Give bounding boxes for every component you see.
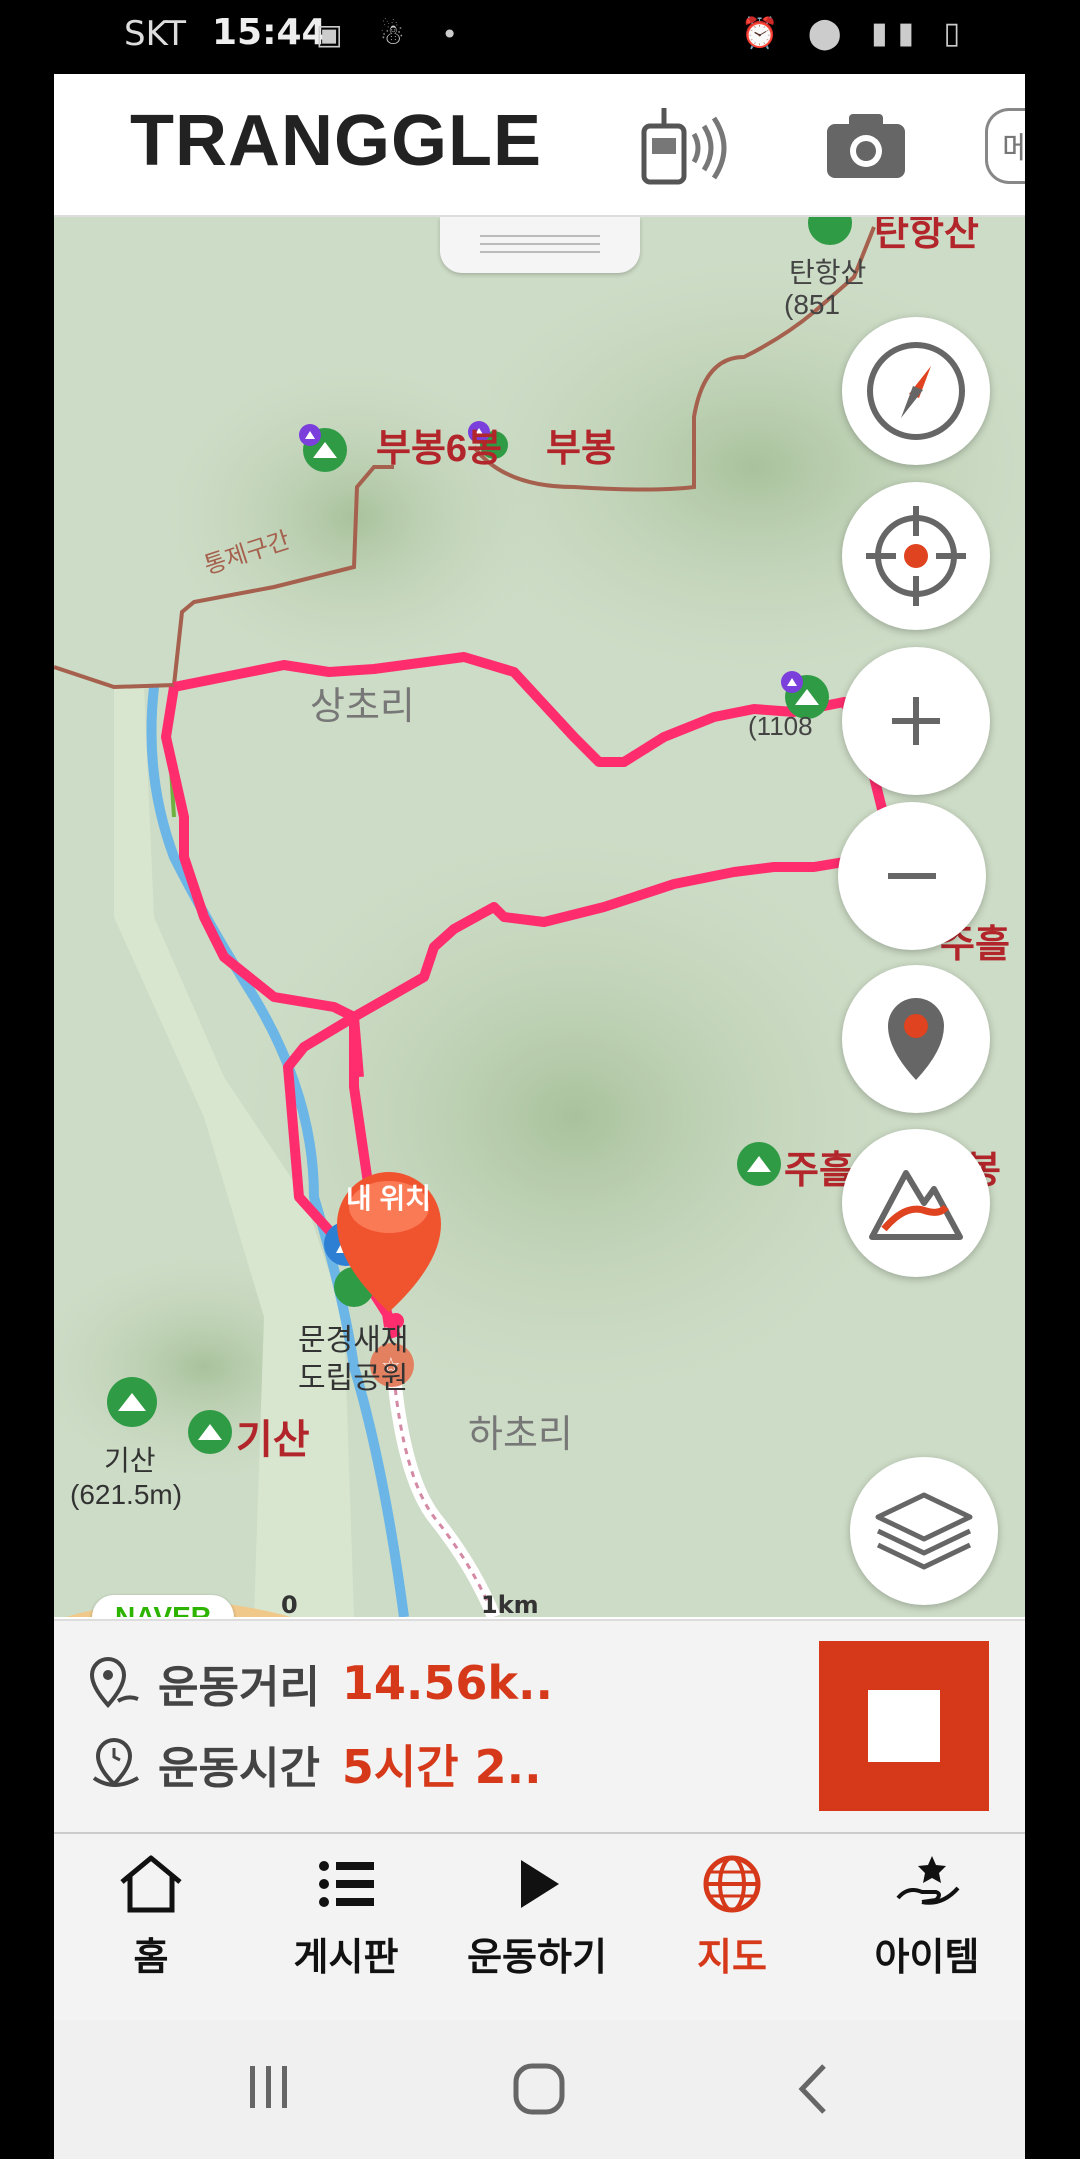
label-tanhangsan: 탄항산 [874, 217, 979, 254]
label-tanhang-elev: (851 [784, 289, 841, 320]
stop-button[interactable] [819, 1641, 989, 1811]
gps-target-button[interactable] [842, 482, 990, 630]
walkie-talkie-icon [641, 108, 727, 185]
app-frame: TRANGGLE 메 ☆ 탄항산 탄항산 (851 부봉6봉 부봉 통제구간 상… [54, 74, 1025, 2020]
location-pin-icon [888, 998, 944, 1080]
location-pin-button[interactable] [842, 965, 990, 1113]
nav-items[interactable]: 아이템 [842, 1852, 1012, 2012]
label-tanhang-small: 탄항산 [789, 257, 867, 288]
time-label: 운동시간 [158, 1743, 320, 1794]
system-status-icons: ⏰ ⬤ ▮▮ ▯ [740, 16, 970, 51]
peak-marker-juheul-yeong [737, 1142, 781, 1186]
elevation-profile-button[interactable] [842, 1129, 990, 1277]
nav-home[interactable]: 홈 [66, 1852, 236, 2012]
item-hand-icon [896, 1856, 960, 1905]
back-icon[interactable] [794, 2062, 834, 2116]
system-navigation-area [54, 2020, 1025, 2159]
label-gisan-elev: (621.5m) [70, 1479, 183, 1510]
zoom-in-icon [892, 697, 940, 745]
menu-button[interactable]: 메 [985, 108, 1025, 184]
label-gisan: 기산 [236, 1418, 310, 1462]
app-header: TRANGGLE 메 [54, 74, 1025, 217]
stop-icon [868, 1690, 940, 1762]
label-sangchori: 상초리 [310, 686, 415, 728]
nav-board[interactable]: 게시판 [261, 1852, 431, 2012]
globe-icon [703, 1855, 761, 1913]
nav-map-label: 지도 [697, 1935, 767, 1979]
home-icon [120, 1855, 182, 1913]
nav-board-label: 게시판 [293, 1935, 399, 1979]
scale-km: 1km [481, 1591, 539, 1617]
naver-badge: NAVER [92, 1595, 234, 1617]
compass-icon [867, 342, 965, 440]
status-bar: SKT 15:44 ▣ ☃ • ⏰ ⬤ ▮▮ ▯ [0, 0, 1080, 74]
recents-icon[interactable] [244, 2062, 294, 2112]
distance-stat: 운동거리 14.56k.. [88, 1651, 553, 1715]
compass-button[interactable] [842, 317, 990, 465]
label-bubong: 부봉 [546, 428, 616, 470]
carrier-label: SKT [124, 14, 187, 54]
system-navigation-bar [0, 2020, 1080, 2159]
time-stat: 운동시간 5시간 2.. [88, 1731, 542, 1797]
scale-zero: 0 [281, 1591, 298, 1617]
nav-map[interactable]: 지도 [647, 1852, 817, 2012]
zoom-in-button[interactable] [842, 647, 990, 795]
clock: 15:44 [212, 12, 327, 53]
camera-icon [827, 114, 905, 178]
distance-pin-icon [89, 1656, 139, 1709]
label-hachori: 하초리 [468, 1414, 573, 1456]
label-my-location: 내 위치 [346, 1183, 432, 1214]
list-icon [319, 1861, 374, 1907]
label-park-line2: 도립공원 [298, 1362, 409, 1395]
gps-target-icon [866, 506, 966, 606]
label-bubong6: 부봉6봉 [376, 428, 503, 470]
zoom-out-button[interactable] [838, 802, 986, 950]
nav-exercise[interactable]: 운동하기 [452, 1852, 622, 2012]
notification-icons: ▣ ☃ • [316, 18, 472, 51]
elevation-profile-icon [869, 1170, 963, 1240]
bottom-navigation: 홈 게시판 운동하기 지도 아이템 [54, 1832, 1025, 2020]
zoom-out-icon [888, 873, 936, 879]
label-gisan-small: 기산 [104, 1445, 156, 1476]
map-view[interactable]: ☆ 탄항산 탄항산 (851 부봉6봉 부봉 통제구간 상초리 (1108 주흘… [54, 217, 1025, 1617]
app-logo: TRANGGLE [130, 101, 542, 181]
play-icon [521, 1860, 559, 1908]
home-circle-icon[interactable] [512, 2062, 566, 2116]
map-scale: 0 1km [281, 1591, 551, 1617]
camera-button[interactable] [818, 104, 914, 188]
label-juheul-peak: (1108 [748, 711, 813, 741]
walkie-talkie-button[interactable] [636, 104, 732, 188]
nav-home-label: 홈 [133, 1935, 169, 1979]
distance-label: 운동거리 [158, 1662, 320, 1713]
nav-exercise-label: 운동하기 [467, 1935, 607, 1979]
map-pull-tab[interactable] [440, 217, 640, 273]
nav-items-label: 아이템 [874, 1935, 980, 1979]
peak-marker-gisan-small [107, 1377, 157, 1427]
exercise-stats-panel: 운동거리 14.56k.. 운동시간 5시간 2.. [54, 1619, 1025, 1833]
distance-value: 14.56k.. [341, 1656, 553, 1710]
peak-marker-gisan [188, 1410, 232, 1454]
layers-button[interactable] [850, 1457, 998, 1605]
time-value: 5시간 2.. [341, 1740, 542, 1794]
time-pin-icon [92, 1737, 140, 1787]
layers-icon [875, 1492, 973, 1570]
